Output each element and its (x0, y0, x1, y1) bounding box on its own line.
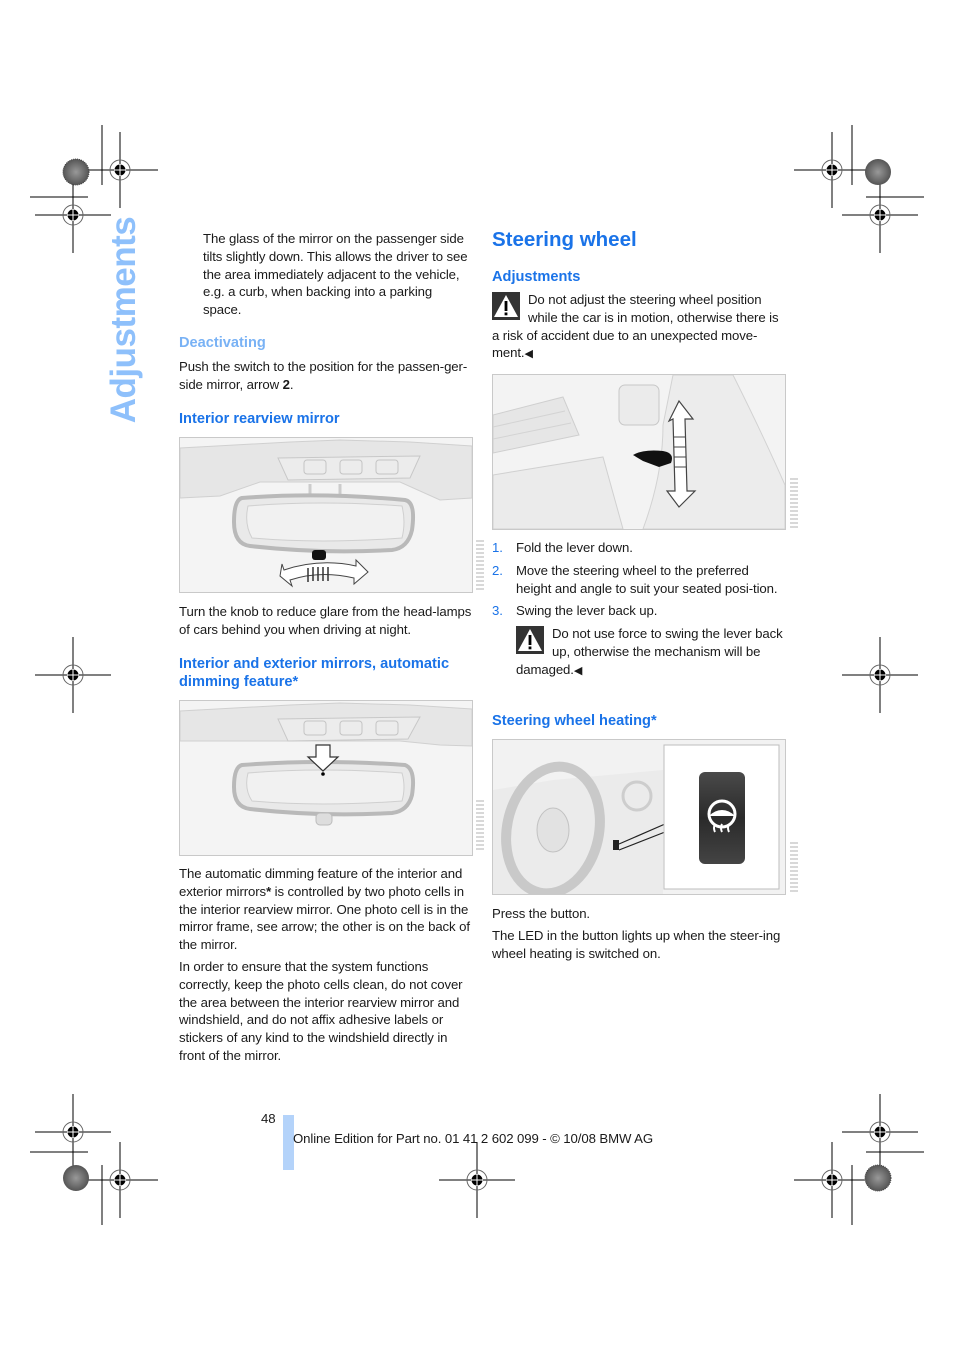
step-3-warning: Do not use force to swing the lever back… (516, 626, 783, 677)
steering-heating-figure (492, 739, 786, 895)
chapter-title-text: Adjustments (104, 216, 143, 423)
warning-icon (516, 626, 544, 655)
warning-icon (492, 292, 520, 320)
intro-paragraph: The glass of the mirror on the passenger… (203, 231, 468, 318)
interior-mirror-paragraph: Turn the knob to reduce glare from the h… (179, 604, 472, 637)
steering-wheel-heating-heading: Steering wheel heating* (492, 713, 657, 729)
auto-dimming-figure (179, 700, 473, 856)
steering-adjust-warning: Do not adjust the steering wheel positio… (492, 292, 779, 361)
figure-code (790, 478, 798, 528)
auto-dimming-paragraph-1: The automatic dimming feature of the int… (179, 866, 470, 953)
auto-dimming-paragraph-2: In order to ensure that the system funct… (179, 959, 463, 1063)
step-1: 1. Fold the lever down. (492, 540, 633, 555)
adjustments-heading: Adjustments (492, 269, 581, 285)
edition-notice: Online Edition for Part no. 01 41 2 602 … (293, 1131, 653, 1146)
steering-lever-figure (492, 374, 786, 530)
heating-instructions: Press the button. The LED in the button … (492, 906, 781, 961)
interior-mirror-heading: Interior rearview mirror (179, 411, 340, 427)
figure-code (476, 540, 484, 590)
figure-code (476, 800, 484, 850)
interior-mirror-figure (179, 437, 473, 593)
deactivating-paragraph: Push the switch to the position for the … (179, 359, 468, 392)
section-title-steering-wheel: Steering wheel (492, 228, 637, 251)
chapter-side-title: Adjustments (94, 216, 154, 422)
step-3: 3. Swing the lever back up. (492, 603, 658, 619)
page-number: 48 (261, 1111, 276, 1126)
figure-code (790, 842, 798, 892)
deactivating-heading: Deactivating (179, 335, 266, 351)
step-2: 2. Move the steering wheel to the prefer… (492, 562, 778, 596)
auto-dimming-heading: Interior and exterior mirrors, automatic… (179, 656, 450, 690)
adjustment-steps: 1. Fold the lever down. 2. Move the stee… (492, 539, 787, 681)
end-mark-icon: ◀ (573, 664, 583, 677)
end-mark-icon: ◀ (524, 348, 533, 361)
